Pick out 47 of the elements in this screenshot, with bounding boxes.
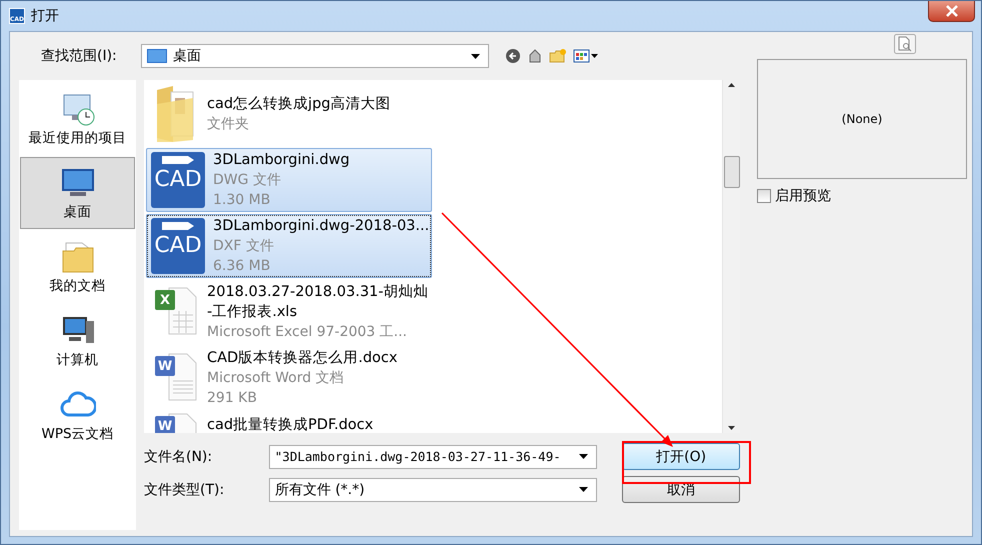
file-item[interactable]: CAD 3DLamborgini.dwg-2018-03... DXF 文件 6.36 MB [146, 214, 432, 278]
places-item[interactable]: 桌面 [20, 157, 135, 229]
caret-icon [579, 454, 588, 459]
places-item[interactable]: 我的文档 [20, 231, 135, 303]
scroll-thumb[interactable] [724, 156, 740, 188]
caret-icon [471, 54, 480, 58]
file-size: 291 KB [207, 389, 258, 408]
preview-toggle-icon[interactable] [894, 34, 916, 54]
window-title: 打开 [31, 7, 59, 25]
file-type: DXF 文件 [213, 237, 275, 256]
preview-text: (None) [842, 112, 882, 126]
file-item[interactable]: W cad批量转换成PDF.docx [146, 412, 432, 433]
preview-checkbox[interactable]: 启用预览 [757, 187, 967, 205]
file-item[interactable]: CAD 3DLamborgini.dwg DWG 文件 1.30 MB [146, 148, 432, 212]
file-item[interactable]: X 2018.03.27-2018.03.31-胡灿灿 -工作报表.xls Microsoft Excel 97-2003 工... [146, 280, 432, 344]
file-name: cad批量转换成PDF.docx [207, 416, 374, 433]
file-name: CAD版本转换器怎么用.docx [207, 349, 398, 368]
cad-file-icon: CAD [151, 152, 205, 208]
places-item[interactable]: 计算机 [20, 305, 135, 377]
file-name: 3DLamborgini.dwg-2018-03... [213, 217, 430, 236]
file-name: cad怎么转换成jpg高清大图 [207, 94, 390, 114]
look-in-dropdown[interactable]: 桌面 [141, 44, 489, 68]
desktop-icon [147, 49, 167, 63]
file-item[interactable]: W CAD版本转换器怎么用.docx Microsoft Word 文档 291 KB [146, 346, 432, 410]
back-icon[interactable] [505, 48, 521, 64]
caret-icon [579, 487, 588, 492]
file-name-field[interactable]: "3DLamborgini.dwg-2018-03-27-11-36-49- [268, 444, 598, 468]
file-size: 6.36 MB [213, 257, 272, 276]
file-name: 2018.03.27-2018.03.31-胡灿灿 -工作报表.xls [207, 283, 429, 322]
view-menu-icon[interactable] [573, 48, 599, 64]
file-item[interactable]: cad怎么转换成jpg高清大图 文件夹 [146, 82, 432, 146]
file-size: 1.30 MB [213, 191, 272, 210]
file-type: DWG 文件 [213, 171, 282, 190]
file-type-dropdown[interactable]: 所有文件 (*.*) [268, 478, 598, 502]
file-type-label: 文件类型(T): [144, 480, 226, 498]
file-type: 文件夹 [207, 115, 250, 134]
close-icon [944, 5, 958, 17]
places-item[interactable]: WPS云文档 [20, 379, 135, 451]
file-type: Microsoft Excel 97-2003 工... [207, 323, 408, 342]
open-button[interactable]: 打开(O) [622, 443, 740, 470]
file-name-label: 文件名(N): [144, 448, 214, 466]
close-button[interactable] [928, 1, 975, 22]
file-type: Microsoft Word 文档 [207, 369, 345, 388]
look-in-label: 查找范围(I): [41, 47, 118, 65]
places-item[interactable]: 最近使用的项目 [20, 83, 135, 155]
cad-file-icon: CAD [151, 218, 205, 274]
file-name: 3DLamborgini.dwg [213, 151, 350, 170]
